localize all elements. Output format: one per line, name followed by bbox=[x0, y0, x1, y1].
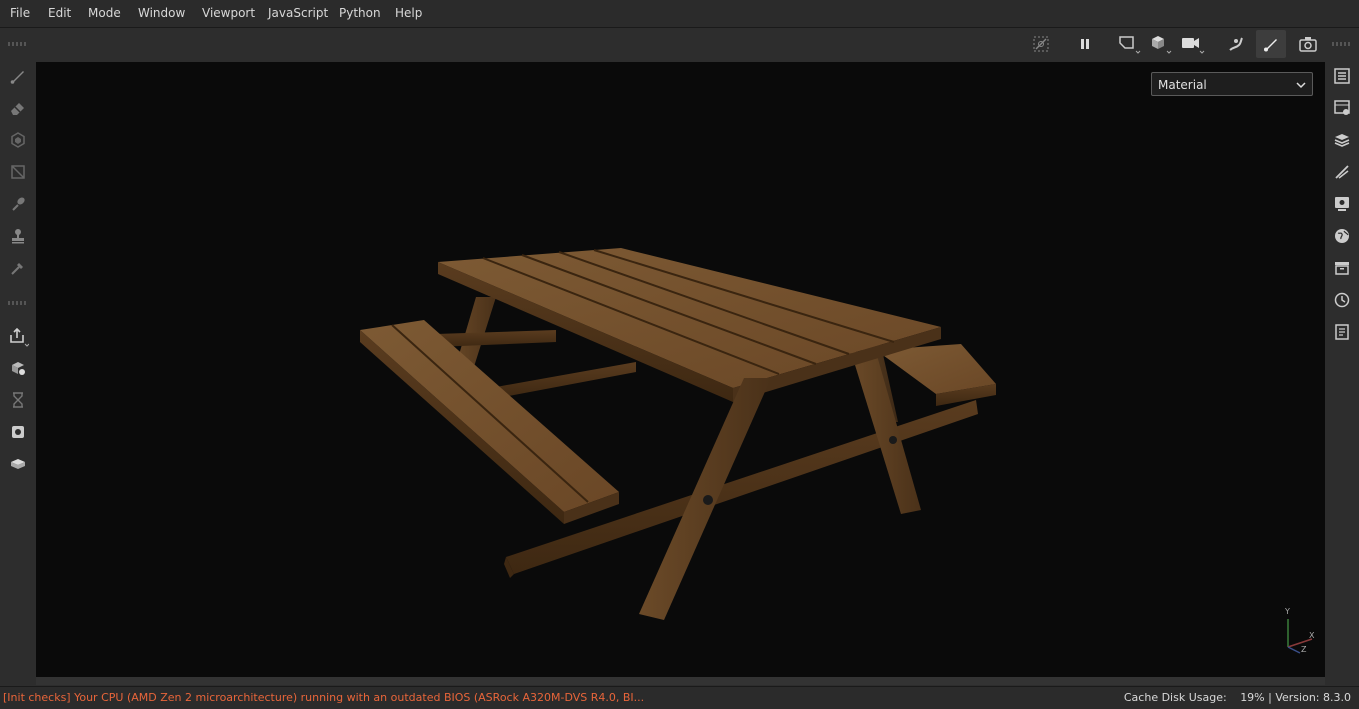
color-picker-icon[interactable] bbox=[6, 256, 30, 280]
shelf-icon[interactable] bbox=[1330, 256, 1354, 280]
version-label: Version: bbox=[1275, 691, 1320, 704]
projection-icon[interactable] bbox=[6, 128, 30, 152]
viewport-scrollbar[interactable] bbox=[36, 677, 1325, 685]
layer-stack-icon[interactable] bbox=[1330, 128, 1354, 152]
menu-edit[interactable]: Edit bbox=[48, 0, 71, 27]
screenshot-icon[interactable] bbox=[1293, 30, 1323, 58]
menu-window[interactable]: Window bbox=[138, 0, 185, 27]
material-icon[interactable] bbox=[6, 452, 30, 476]
menu-viewport[interactable]: Viewport bbox=[202, 0, 255, 27]
view-2d-icon[interactable] bbox=[1114, 30, 1144, 58]
paint-mode-icon[interactable] bbox=[1256, 30, 1286, 58]
history-icon[interactable] bbox=[1330, 288, 1354, 312]
chevron-down-icon bbox=[1296, 73, 1306, 97]
lighting-icon[interactable] bbox=[1221, 30, 1251, 58]
viewport-mode-value: Material bbox=[1158, 78, 1207, 92]
export-icon[interactable] bbox=[6, 324, 30, 348]
cache-value: 19% bbox=[1240, 691, 1265, 704]
menu-mode[interactable]: Mode bbox=[88, 0, 121, 27]
display-settings-icon[interactable] bbox=[1330, 192, 1354, 216]
camera-icon[interactable] bbox=[1178, 30, 1208, 58]
properties-icon[interactable] bbox=[1330, 160, 1354, 184]
pause-icon[interactable] bbox=[1070, 30, 1100, 58]
environment-icon[interactable] bbox=[1330, 224, 1354, 248]
left-toolbar bbox=[0, 28, 35, 680]
viewport-mode-select[interactable]: Material bbox=[1151, 72, 1313, 96]
toolbar-grip[interactable] bbox=[1332, 42, 1352, 46]
menu-javascript[interactable]: JavaScript bbox=[268, 0, 328, 27]
clone-stamp-icon[interactable] bbox=[6, 224, 30, 248]
smudge-icon[interactable] bbox=[6, 192, 30, 216]
axis-z-label: Z bbox=[1301, 645, 1307, 654]
right-toolbar bbox=[1325, 28, 1359, 680]
iray-icon[interactable] bbox=[6, 420, 30, 444]
status-warning-message[interactable]: [Init checks] Your CPU (AMD Zen 2 microa… bbox=[3, 687, 644, 708]
log-icon[interactable] bbox=[1330, 320, 1354, 344]
viewport-3d[interactable]: Material Y X Z bbox=[36, 62, 1325, 677]
menu-bar: File Edit Mode Window Viewport JavaScrip… bbox=[0, 0, 1359, 28]
paint-brush-icon[interactable] bbox=[6, 64, 30, 88]
viewport-toolbar bbox=[36, 28, 1325, 61]
axis-x-label: X bbox=[1309, 631, 1315, 640]
menu-python[interactable]: Python bbox=[339, 0, 381, 27]
texture-set-icon[interactable] bbox=[1330, 96, 1354, 120]
eraser-icon[interactable] bbox=[6, 96, 30, 120]
hide-overlay-icon[interactable] bbox=[1026, 30, 1056, 58]
cache-label: Cache Disk Usage: bbox=[1123, 691, 1227, 704]
version-value: 8.3.0 bbox=[1323, 691, 1351, 704]
axis-y-label: Y bbox=[1285, 607, 1290, 616]
menu-file[interactable]: File bbox=[10, 0, 30, 27]
axis-gizmo: Y X Z bbox=[1276, 607, 1316, 655]
bake-icon[interactable] bbox=[6, 356, 30, 380]
status-info: Cache Disk Usage: 19% | Version: 8.3.0 bbox=[1124, 687, 1351, 708]
view-3d-icon[interactable] bbox=[1146, 30, 1176, 58]
status-bar: [Init checks] Your CPU (AMD Zen 2 microa… bbox=[0, 686, 1359, 709]
hourglass-icon[interactable] bbox=[6, 388, 30, 412]
layers-list-icon[interactable] bbox=[1330, 64, 1354, 88]
polygon-fill-icon[interactable] bbox=[6, 160, 30, 184]
toolbar-grip[interactable] bbox=[8, 42, 28, 46]
menu-help[interactable]: Help bbox=[395, 0, 422, 27]
picnic-table-model bbox=[360, 248, 996, 620]
toolbar-grip[interactable] bbox=[8, 301, 28, 305]
